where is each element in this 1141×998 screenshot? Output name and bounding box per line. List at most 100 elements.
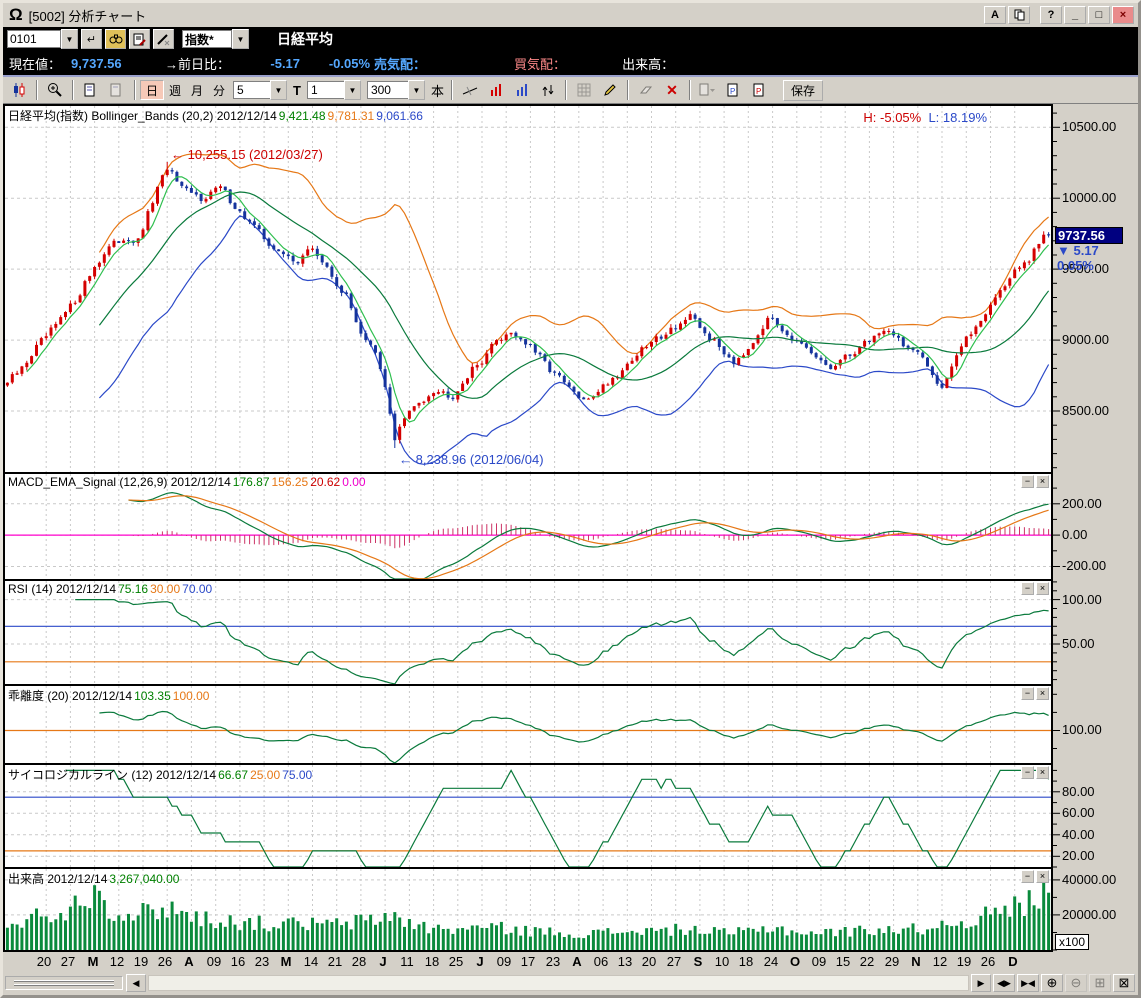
macd-panel-close-button[interactable]: × xyxy=(1036,475,1049,488)
main-chart-svg xyxy=(5,106,1051,472)
macd-panel-header: MACD_EMA_Signal (12,26,9) 2012/12/14176.… xyxy=(8,475,368,489)
symbol-bar: 0101 ▼ ↵ 指数* ▼ 日経平均 xyxy=(3,27,1138,51)
bars-select-arrow[interactable]: ▼ xyxy=(408,80,425,100)
psy-panel: サイコロジカルライン (12) 2012/12/1466.6725.0075.0… xyxy=(3,763,1053,867)
font-button[interactable]: A xyxy=(984,6,1006,24)
y-axis-label: 10000.00 xyxy=(1062,190,1116,205)
bar-chart-red-icon[interactable] xyxy=(484,79,508,101)
code-dropdown-button[interactable]: ▼ xyxy=(61,29,78,49)
copy-icon xyxy=(1014,9,1025,21)
price-change-badge: ▼ 5.17 xyxy=(1057,243,1099,258)
zoom-icon[interactable] xyxy=(43,79,67,101)
grid-glyph xyxy=(577,83,591,97)
x-axis-label: 06 xyxy=(594,954,608,969)
period-weekly-button[interactable]: 週 xyxy=(164,81,186,99)
rsi-panel-minimize-button[interactable]: − xyxy=(1021,582,1034,595)
minimize-button[interactable]: _ xyxy=(1064,6,1086,24)
svg-text:P: P xyxy=(756,87,761,96)
x-axis-label: 09 xyxy=(207,954,221,969)
period-daily-button[interactable]: 日 xyxy=(140,80,164,100)
delete-drawing-icon[interactable]: ✕ xyxy=(660,79,684,101)
close-chart-button[interactable]: ⊠ xyxy=(1113,974,1135,992)
x-axis-label: 26 xyxy=(158,954,172,969)
eraser-icon xyxy=(634,79,658,101)
x-axis-label: A xyxy=(184,954,193,969)
red-bars-glyph xyxy=(489,83,503,97)
kairi-panel-header: 乖離度 (20) 2012/12/14103.35100.00 xyxy=(8,687,211,704)
vol-panel-close-button[interactable]: × xyxy=(1036,870,1049,883)
pencil-glyph xyxy=(603,83,617,97)
vol-panel-minimize-button[interactable]: − xyxy=(1021,870,1034,883)
binoculars-icon[interactable] xyxy=(105,29,126,49)
x-axis-label: 20 xyxy=(37,954,51,969)
y-axis-label: 50.00 xyxy=(1062,636,1095,651)
pane-splitter-handle[interactable] xyxy=(5,976,123,990)
compress-bars-button[interactable]: ▶◀ xyxy=(1017,974,1039,992)
svg-text:P: P xyxy=(730,87,735,96)
scroll-right-button[interactable]: ▶ xyxy=(971,974,991,992)
close-button[interactable]: × xyxy=(1112,6,1134,24)
quote-row: 現在値： 9,737.56 →前日比： -5.17 -0.05% 売気配： 買気… xyxy=(3,51,1138,77)
category-select[interactable]: 指数* xyxy=(182,30,232,48)
rsi-panel: RSI (14) 2012/12/1475.1630.0070.00−× xyxy=(3,579,1053,684)
y-axis-label: 100.00 xyxy=(1062,592,1102,607)
x-axis-label: 22 xyxy=(860,954,874,969)
x-axis-label: 16 xyxy=(231,954,245,969)
quote-header: 0101 ▼ ↵ 指数* ▼ 日経平均 現在値： 9,737.56 →前日比： … xyxy=(3,27,1138,77)
bid-label: 買気配： xyxy=(514,54,566,73)
bar-chart-blue-icon[interactable] xyxy=(510,79,534,101)
x-axis-label: 25 xyxy=(449,954,463,969)
rsi-panel-close-button[interactable]: × xyxy=(1036,582,1049,595)
psy-panel-minimize-button[interactable]: − xyxy=(1021,766,1034,779)
candlestick-chart-icon[interactable] xyxy=(7,79,31,101)
y-axis-label: 20000.00 xyxy=(1062,907,1116,922)
vol-panel-header: 出来高 2012/12/143,267,040.00 xyxy=(8,870,181,887)
bars-select[interactable]: 300▼ xyxy=(367,80,425,100)
edit-memo-icon[interactable] xyxy=(129,29,150,49)
code-input[interactable]: 0101 xyxy=(7,30,61,48)
copy-window-button[interactable] xyxy=(1008,6,1030,24)
scroll-left-button[interactable]: ◀ xyxy=(126,974,146,992)
page-dd-glyph xyxy=(699,83,716,97)
zoom-in-button[interactable]: ⊕ xyxy=(1041,974,1063,992)
change-label: →前日比： xyxy=(165,54,230,73)
maximize-button[interactable]: □ xyxy=(1088,6,1110,24)
copy-settings-icon[interactable] xyxy=(79,79,103,101)
price-label: 現在値： xyxy=(9,54,61,73)
grid-icon xyxy=(572,79,596,101)
app-logo-icon: Ω xyxy=(9,5,23,25)
x-axis-label: 19 xyxy=(134,954,148,969)
ma-select-arrow[interactable]: ▼ xyxy=(270,80,287,100)
pencil-icon[interactable] xyxy=(598,79,622,101)
y-axis-label: 80.00 xyxy=(1062,784,1095,799)
bars-select-value: 300 xyxy=(367,81,408,99)
grid-toggle-button: ⊞ xyxy=(1089,974,1111,992)
magnifier-glyph xyxy=(47,82,63,98)
volume-scale-label: x100 xyxy=(1055,934,1089,950)
page-settings-icon[interactable]: P xyxy=(748,79,772,101)
kairi-panel-close-button[interactable]: × xyxy=(1036,687,1049,700)
interval-select[interactable]: 1▼ xyxy=(307,80,361,100)
scrollbar-track[interactable] xyxy=(148,975,969,991)
interval-select-arrow[interactable]: ▼ xyxy=(344,80,361,100)
y-axis-label: 60.00 xyxy=(1062,805,1095,820)
y-axis-label: 8500.00 xyxy=(1062,403,1109,418)
ma-select[interactable]: 5▼ xyxy=(233,80,287,100)
category-dropdown-button[interactable]: ▼ xyxy=(232,29,249,49)
up-down-arrows-glyph xyxy=(541,83,555,98)
period-minute-button[interactable]: 分 xyxy=(208,81,230,99)
period-monthly-button[interactable]: 月 xyxy=(186,81,208,99)
trendline-icon[interactable] xyxy=(458,79,482,101)
save-button[interactable]: 保存 xyxy=(783,80,823,101)
new-page-icon[interactable]: P xyxy=(722,79,746,101)
draw-tool-icon[interactable] xyxy=(153,29,174,49)
expand-bars-button[interactable]: ◀▶ xyxy=(993,974,1015,992)
psy-panel-close-button[interactable]: × xyxy=(1036,766,1049,779)
macd-panel-minimize-button[interactable]: − xyxy=(1021,475,1034,488)
enter-icon[interactable]: ↵ xyxy=(81,29,102,49)
help-button[interactable]: ? xyxy=(1040,6,1062,24)
kairi-panel-minimize-button[interactable]: − xyxy=(1021,687,1034,700)
sort-arrows-icon[interactable] xyxy=(536,79,560,101)
x-axis-label: 11 xyxy=(400,954,414,969)
x-axis-label: J xyxy=(476,954,483,969)
